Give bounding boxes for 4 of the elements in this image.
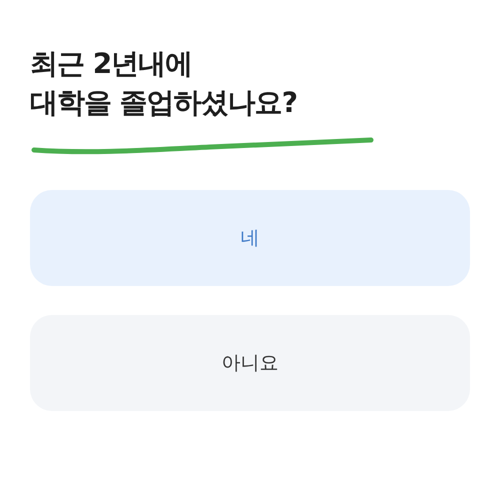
question-text: 대학을 졸업하셨나요?	[30, 85, 297, 121]
answer-option[interactable]: 아니요	[30, 315, 470, 411]
question-text: 최근 2년내에	[30, 46, 192, 82]
answer-option[interactable]: 네	[30, 190, 470, 286]
